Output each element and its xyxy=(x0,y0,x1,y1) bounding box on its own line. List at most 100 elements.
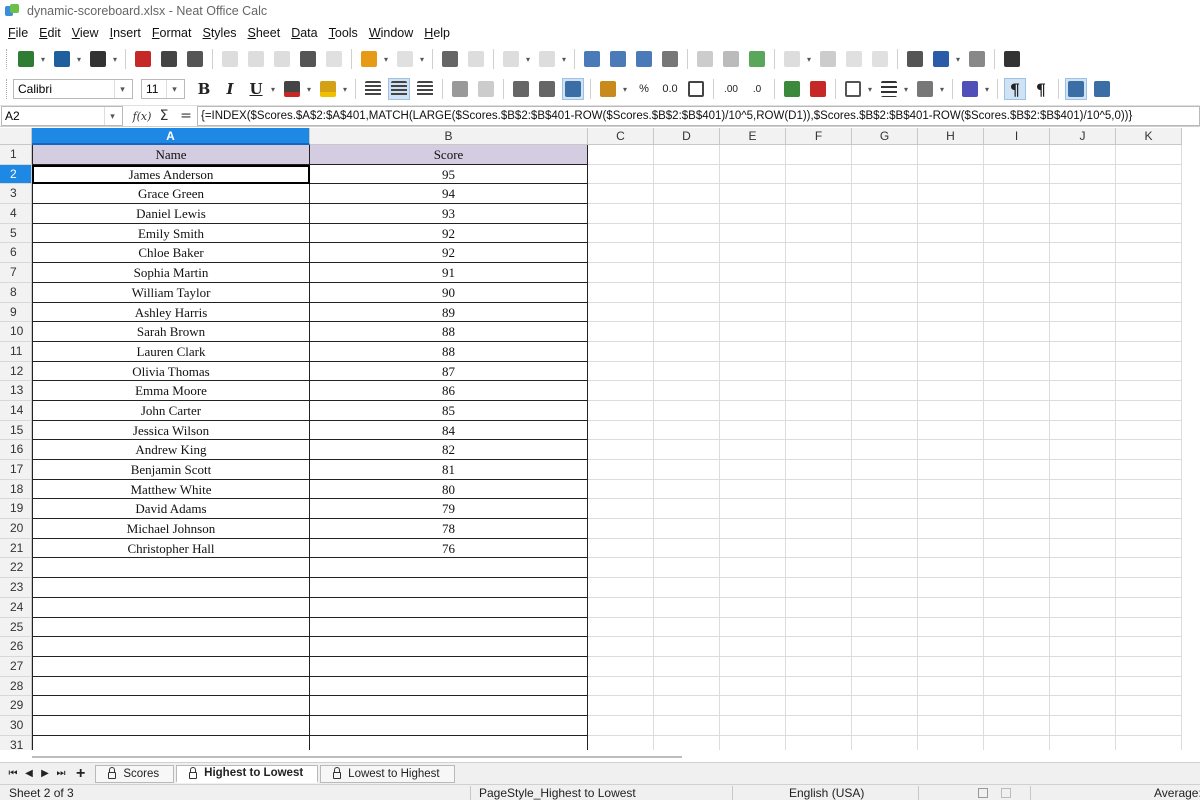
empty-cell[interactable] xyxy=(852,519,918,539)
empty-cell[interactable] xyxy=(1116,715,1182,736)
empty-cell[interactable] xyxy=(786,597,852,618)
first-sheet-icon[interactable]: ⏮ xyxy=(8,768,18,779)
empty-cell[interactable] xyxy=(918,637,984,657)
row-header[interactable]: 22 xyxy=(0,558,32,579)
empty-cell[interactable] xyxy=(984,696,1050,716)
font-color-icon[interactable] xyxy=(281,78,303,100)
empty-cell[interactable] xyxy=(310,676,588,697)
empty-cell[interactable] xyxy=(984,145,1050,165)
next-sheet-icon[interactable]: ▶ xyxy=(40,768,50,779)
score-cell[interactable]: 92 xyxy=(310,223,588,244)
column-header-h[interactable]: H xyxy=(918,128,984,145)
empty-cell[interactable] xyxy=(32,637,310,657)
border-color-dropdown-icon[interactable]: ▾ xyxy=(938,78,946,100)
empty-cell[interactable] xyxy=(918,597,984,618)
font-name-box[interactable]: ▾ xyxy=(13,79,133,99)
empty-cell[interactable] xyxy=(918,519,984,539)
menu-styles[interactable]: Styles xyxy=(197,26,241,40)
empty-cell[interactable] xyxy=(918,440,984,460)
sort-ascending-icon[interactable] xyxy=(607,48,629,70)
name-cell[interactable]: Jessica Wilson xyxy=(32,420,310,441)
empty-cell[interactable] xyxy=(588,617,654,638)
spelling-icon[interactable] xyxy=(465,48,487,70)
empty-cell[interactable] xyxy=(1116,440,1182,460)
define-print-area-icon[interactable] xyxy=(904,48,926,70)
row-header[interactable]: 17 xyxy=(0,460,32,480)
empty-cell[interactable] xyxy=(984,597,1050,618)
empty-cell[interactable] xyxy=(1116,637,1182,657)
save-icon[interactable] xyxy=(87,48,109,70)
empty-cell[interactable] xyxy=(786,715,852,736)
empty-cell[interactable] xyxy=(852,460,918,480)
empty-cell[interactable] xyxy=(654,479,720,500)
empty-cell[interactable] xyxy=(1116,302,1182,323)
menu-help[interactable]: Help xyxy=(419,26,455,40)
empty-cell[interactable] xyxy=(984,460,1050,480)
empty-cell[interactable] xyxy=(654,263,720,283)
empty-cell[interactable] xyxy=(786,420,852,441)
empty-cell[interactable] xyxy=(984,164,1050,185)
empty-cell[interactable] xyxy=(588,381,654,401)
empty-cell[interactable] xyxy=(1050,341,1116,362)
empty-cell[interactable] xyxy=(588,282,654,303)
row-header[interactable]: 29 xyxy=(0,696,32,716)
empty-cell[interactable] xyxy=(654,440,720,460)
text-vertical-icon[interactable] xyxy=(1091,78,1113,100)
empty-cell[interactable] xyxy=(852,400,918,421)
empty-cell[interactable] xyxy=(984,676,1050,697)
empty-cell[interactable] xyxy=(984,499,1050,520)
empty-cell[interactable] xyxy=(852,440,918,460)
empty-cell[interactable] xyxy=(918,617,984,638)
empty-cell[interactable] xyxy=(720,558,786,579)
decrease-indent-icon[interactable] xyxy=(807,78,829,100)
empty-cell[interactable] xyxy=(1116,204,1182,224)
row-header[interactable]: 4 xyxy=(0,204,32,224)
empty-cell[interactable] xyxy=(588,361,654,382)
pivot-table-icon[interactable] xyxy=(746,48,768,70)
export-pdf-icon[interactable] xyxy=(132,48,154,70)
selection-mode-icon[interactable] xyxy=(978,788,988,798)
empty-cell[interactable] xyxy=(1116,341,1182,362)
conditional-dropdown-icon[interactable]: ▾ xyxy=(983,78,991,100)
empty-cell[interactable] xyxy=(720,696,786,716)
empty-cell[interactable] xyxy=(720,243,786,264)
empty-cell[interactable] xyxy=(1050,597,1116,618)
empty-cell[interactable] xyxy=(720,538,786,559)
empty-cell[interactable] xyxy=(1116,420,1182,441)
name-cell[interactable]: David Adams xyxy=(32,499,310,520)
empty-cell[interactable] xyxy=(588,223,654,244)
score-cell[interactable]: 79 xyxy=(310,499,588,520)
empty-cell[interactable] xyxy=(786,519,852,539)
empty-cell[interactable] xyxy=(654,322,720,342)
empty-cell[interactable] xyxy=(1050,361,1116,382)
empty-cell[interactable] xyxy=(1050,164,1116,185)
left-to-right-icon[interactable]: ¶ xyxy=(1004,78,1026,100)
empty-cell[interactable] xyxy=(32,558,310,579)
empty-cell[interactable] xyxy=(654,519,720,539)
empty-cell[interactable] xyxy=(1116,184,1182,205)
empty-cell[interactable] xyxy=(720,676,786,697)
last-sheet-icon[interactable]: ⏭ xyxy=(56,768,66,779)
empty-cell[interactable] xyxy=(852,164,918,185)
empty-cell[interactable] xyxy=(786,145,852,165)
wrap-text-icon[interactable] xyxy=(449,78,471,100)
name-cell[interactable]: William Taylor xyxy=(32,282,310,303)
new-dropdown-icon[interactable]: ▾ xyxy=(39,48,47,70)
empty-cell[interactable] xyxy=(984,440,1050,460)
empty-cell[interactable] xyxy=(720,263,786,283)
empty-cell[interactable] xyxy=(720,519,786,539)
menu-data[interactable]: Data xyxy=(286,26,322,40)
show-draw-functions-icon[interactable] xyxy=(1001,48,1023,70)
score-cell[interactable]: 90 xyxy=(310,282,588,303)
clear-formatting-icon[interactable] xyxy=(323,48,345,70)
empty-cell[interactable] xyxy=(852,479,918,500)
row-header[interactable]: 27 xyxy=(0,656,32,677)
hyperlink-icon[interactable] xyxy=(817,48,839,70)
text-horizontal-icon[interactable] xyxy=(1065,78,1087,100)
empty-cell[interactable] xyxy=(654,499,720,520)
row-header[interactable]: 2 xyxy=(0,164,32,185)
empty-cell[interactable] xyxy=(310,696,588,716)
name-cell[interactable]: John Carter xyxy=(32,400,310,421)
empty-cell[interactable] xyxy=(852,656,918,677)
empty-cell[interactable] xyxy=(720,223,786,244)
